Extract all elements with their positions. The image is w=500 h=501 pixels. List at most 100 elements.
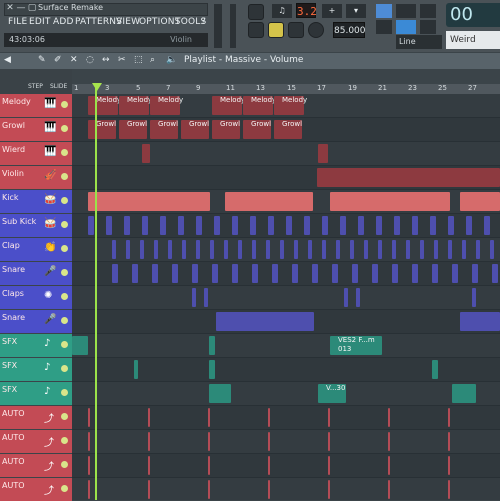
pattern-clip[interactable]: [308, 240, 312, 259]
track-header[interactable]: Violin 🎻: [0, 166, 72, 189]
pattern-clip[interactable]: [388, 480, 390, 499]
pattern-clip[interactable]: [142, 216, 148, 235]
select-tool-icon[interactable]: ⬚: [134, 55, 143, 65]
pattern-clip[interactable]: [208, 432, 210, 451]
pattern-clip[interactable]: [148, 432, 150, 451]
track-header[interactable]: Kick 🥁: [0, 190, 72, 213]
pattern-clip[interactable]: [210, 240, 214, 259]
pattern-picker-button[interactable]: ▾: [346, 4, 366, 18]
pattern-clip[interactable]: [272, 264, 278, 283]
pattern-clip[interactable]: [106, 216, 112, 235]
add-pattern-button[interactable]: +: [322, 4, 342, 18]
playlist-menu-icon[interactable]: ◀: [4, 55, 11, 65]
pattern-clip[interactable]: [250, 216, 256, 235]
snap-select[interactable]: Line: [396, 35, 442, 49]
track-lane[interactable]: [72, 478, 500, 500]
pattern-clip[interactable]: [392, 264, 398, 283]
pattern-clip[interactable]: [372, 264, 378, 283]
pattern-clip[interactable]: [72, 336, 88, 355]
pattern-clip[interactable]: [208, 480, 210, 499]
pattern-clip[interactable]: Growl: [119, 120, 147, 139]
pattern-clip[interactable]: [286, 216, 292, 235]
pattern-clip[interactable]: [252, 264, 258, 283]
stop-button[interactable]: [288, 22, 304, 38]
pattern-clip[interactable]: [472, 264, 478, 283]
delete-tool-icon[interactable]: ✕: [70, 55, 78, 65]
track-lane[interactable]: [72, 382, 500, 406]
mute-tool-icon[interactable]: ◌: [86, 55, 94, 65]
menu-help[interactable]: ?: [201, 17, 206, 27]
pattern-clip[interactable]: [356, 288, 360, 307]
pattern-clip[interactable]: [252, 240, 256, 259]
pattern-clip[interactable]: [388, 432, 390, 451]
typing-keyboard-icon[interactable]: [376, 4, 392, 18]
zoom-tool-icon[interactable]: ⌕: [150, 55, 155, 65]
pattern-clip[interactable]: [132, 264, 138, 283]
pattern-clip[interactable]: [448, 480, 450, 499]
pattern-clip[interactable]: [388, 456, 390, 475]
track-header[interactable]: Clap 👏: [0, 238, 72, 261]
link-icon[interactable]: [396, 20, 416, 34]
pattern-clip[interactable]: [148, 480, 150, 499]
pattern-clip[interactable]: [294, 240, 298, 259]
play-pause-button[interactable]: [268, 22, 284, 38]
pattern-clip[interactable]: [208, 408, 210, 427]
playhead-marker[interactable]: [92, 83, 102, 91]
pattern-clip[interactable]: [88, 432, 90, 451]
pattern-clip[interactable]: [304, 216, 310, 235]
pattern-clip[interactable]: [224, 240, 228, 259]
track-mute-led[interactable]: [61, 245, 68, 252]
pattern-clip[interactable]: [406, 240, 410, 259]
pattern-clip[interactable]: [358, 216, 364, 235]
track-header[interactable]: AUTO ⤴: [0, 478, 72, 501]
pattern-clip[interactable]: Growl: [212, 120, 240, 139]
pattern-clip[interactable]: [328, 456, 330, 475]
pattern-clip[interactable]: [209, 360, 215, 379]
track-mute-led[interactable]: [61, 461, 68, 468]
pattern-clip[interactable]: [312, 264, 318, 283]
track-lane[interactable]: [72, 286, 500, 310]
pattern-clip[interactable]: [216, 312, 314, 331]
pattern-clip[interactable]: [388, 408, 390, 427]
pattern-clip[interactable]: [412, 264, 418, 283]
paint-tool-icon[interactable]: ✐: [54, 55, 62, 65]
pattern-clip[interactable]: [434, 240, 438, 259]
pattern-clip[interactable]: Growl: [88, 120, 116, 139]
track-header[interactable]: Snare 🎤: [0, 310, 72, 333]
track-mute-led[interactable]: [61, 197, 68, 204]
track-header[interactable]: SFX ♪: [0, 358, 72, 381]
pattern-clip[interactable]: [460, 192, 500, 211]
pattern-clip[interactable]: [492, 264, 498, 283]
pattern-clip[interactable]: [140, 240, 144, 259]
tempo-display[interactable]: 85.000: [333, 22, 366, 38]
track-header[interactable]: Sub Kick 🥁: [0, 214, 72, 237]
pattern-clip[interactable]: Growl: [274, 120, 302, 139]
track-header[interactable]: Claps ✺: [0, 286, 72, 309]
pattern-clip[interactable]: [88, 480, 90, 499]
pattern-clip[interactable]: Melody: [243, 96, 276, 115]
pattern-clip[interactable]: V...30: [318, 384, 346, 403]
pattern-clip[interactable]: [212, 264, 218, 283]
pattern-clip[interactable]: [154, 240, 158, 259]
pattern-clip[interactable]: Melody: [212, 96, 245, 115]
track-mute-led[interactable]: [61, 269, 68, 276]
pattern-clip[interactable]: [432, 360, 438, 379]
pattern-clip[interactable]: [448, 216, 454, 235]
pattern-clip[interactable]: Melody: [119, 96, 152, 115]
pattern-clip[interactable]: [268, 480, 270, 499]
slice-tool-icon[interactable]: ✂: [118, 55, 126, 65]
pattern-clip[interactable]: [330, 192, 450, 211]
track-mute-led[interactable]: [61, 389, 68, 396]
pattern-clip[interactable]: [472, 288, 476, 307]
pattern-clip[interactable]: Melody: [150, 96, 183, 115]
browser-search[interactable]: Weird: [446, 31, 500, 49]
pattern-clip[interactable]: Growl: [181, 120, 209, 139]
pattern-clip[interactable]: [232, 216, 238, 235]
track-header[interactable]: Growl 🎹: [0, 118, 72, 141]
pattern-clip[interactable]: Growl: [150, 120, 178, 139]
pattern-clip[interactable]: [148, 456, 150, 475]
pattern-clip[interactable]: [340, 216, 346, 235]
pattern-clip[interactable]: [376, 216, 382, 235]
slide-label[interactable]: SLIDE: [50, 83, 67, 90]
menu-view[interactable]: VIEW: [116, 17, 140, 27]
